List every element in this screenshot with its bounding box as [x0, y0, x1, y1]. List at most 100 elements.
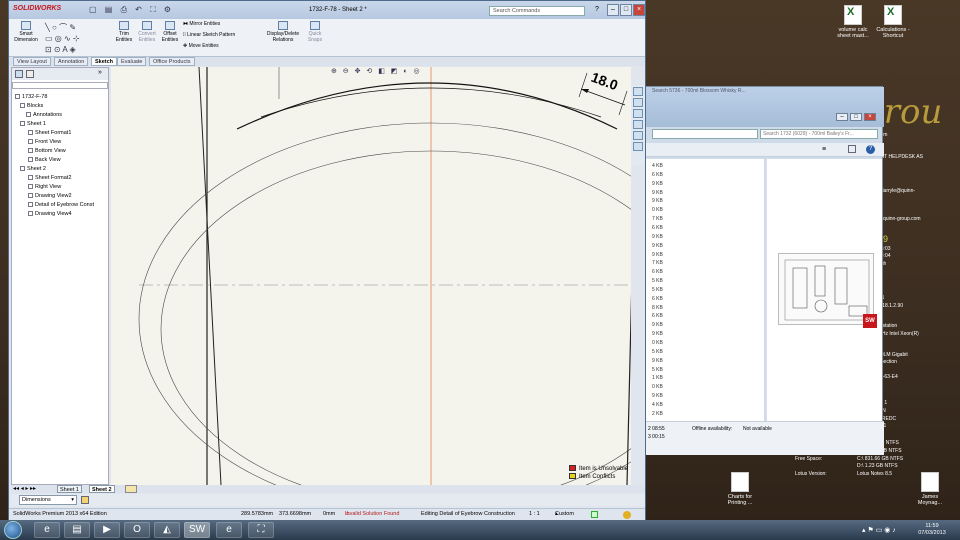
taskbar-network-button[interactable]: ⛶ — [248, 522, 274, 538]
propertymanager-tab-icon[interactable] — [26, 70, 34, 78]
file-size-cell[interactable]: 6 KB — [652, 172, 663, 178]
file-size-cell[interactable]: 9 KB — [652, 234, 663, 240]
trim-entities-button[interactable]: Trim Entities — [113, 21, 135, 43]
solidworks-titlebar[interactable]: SOLIDWORKS ▢ ▤ ⎙ ↶ ⛶ ⚙ 1732-F-78 - Sheet… — [9, 1, 645, 19]
desktop-icon-charts-for-printing[interactable]: Charts for Printing ... — [720, 472, 760, 506]
tree-item-right-view[interactable]: Right View — [28, 183, 61, 191]
desktop-icon-james[interactable]: James Moynag... — [910, 472, 950, 506]
close-button[interactable]: × — [633, 4, 645, 16]
tree-filter-input[interactable] — [12, 82, 108, 89]
tree-item-sheet2[interactable]: Sheet 2 — [20, 165, 46, 173]
tab-view-layout[interactable]: View Layout — [13, 57, 51, 66]
folder-icon[interactable] — [81, 496, 89, 504]
featuremanager-tab-icon[interactable] — [15, 70, 23, 78]
explorer-search-input[interactable]: Search 1732 (6029) - 700ml Bailey's Fr..… — [760, 129, 878, 139]
tree-item-blocks[interactable]: Blocks — [20, 102, 43, 110]
tree-item-annotations[interactable]: Annotations — [26, 111, 62, 119]
taskbar-outlook-button[interactable]: O — [124, 522, 150, 538]
quick-access-icons[interactable]: ▢ ▤ ⎙ ↶ ⛶ ⚙ — [89, 5, 174, 15]
file-explorer-icon[interactable] — [633, 109, 643, 118]
explorer-window[interactable]: Search 5736 - 700ml Blossom Whisky R... … — [645, 86, 884, 455]
file-size-cell[interactable]: 0 KB — [652, 207, 663, 213]
tab-sketch[interactable]: Sketch — [91, 57, 118, 66]
rebuild-icon[interactable] — [623, 511, 631, 519]
heads-up-view-toolbar[interactable]: ⊕ ⊖ ✥ ⟲ ◧ ◩ ◐ ◎ — [331, 67, 422, 75]
file-size-cell[interactable]: 5 KB — [652, 278, 663, 284]
add-sheet-icon[interactable] — [125, 485, 137, 493]
file-size-cell[interactable]: 9 KB — [652, 393, 663, 399]
help-icon[interactable]: ? — [866, 145, 875, 154]
solidworks-window[interactable]: SOLIDWORKS ▢ ▤ ⎙ ↶ ⛶ ⚙ 1732-F-78 - Sheet… — [8, 0, 646, 520]
expand-chevron-icon[interactable]: » — [98, 69, 102, 76]
search-commands-input[interactable]: Search Commands — [489, 6, 585, 16]
solidworks-logo[interactable]: SOLIDWORKS — [13, 5, 61, 12]
smart-dimension-button[interactable]: Smart Dimension — [13, 21, 39, 43]
view-palette-icon[interactable] — [633, 120, 643, 129]
sheet-tab-1[interactable]: Sheet 1 — [57, 485, 82, 493]
file-size-cell[interactable]: 9 KB — [652, 331, 663, 337]
desktop-icon-volume-calc[interactable]: volume calc sheet mast... — [833, 5, 873, 39]
tree-item-back-view[interactable]: Back View — [28, 156, 61, 164]
help-icon[interactable]: ? — [595, 6, 599, 13]
custom-properties-icon[interactable] — [633, 142, 643, 151]
tree-item-front-view[interactable]: Front View — [28, 138, 61, 146]
display-relations-button[interactable]: Display/Delete Relations — [263, 21, 303, 43]
file-size-cell[interactable]: 9 KB — [652, 358, 663, 364]
file-size-cell[interactable]: 9 KB — [652, 190, 663, 196]
view-options-icon[interactable]: ≡ — [822, 146, 826, 153]
file-size-cell[interactable]: 1 KB — [652, 375, 663, 381]
tab-annotation[interactable]: Annotation — [54, 57, 89, 66]
taskbar-media-button[interactable]: ▶ — [94, 522, 120, 538]
file-size-cell[interactable]: 2 KB — [652, 411, 663, 417]
file-size-cell[interactable]: 4 KB — [652, 402, 663, 408]
tree-root[interactable]: 1732-F-78 — [15, 93, 47, 101]
file-size-cell[interactable]: 7 KB — [652, 216, 663, 222]
desktop-icon-calculations[interactable]: Calculations - Shortcut — [873, 5, 913, 39]
offset-entities-button[interactable]: Offset Entities — [159, 21, 181, 43]
file-size-cell[interactable]: 6 KB — [652, 225, 663, 231]
file-size-cell[interactable]: 5 KB — [652, 287, 663, 293]
task-pane-tabs[interactable] — [631, 85, 645, 165]
taskbar-clock[interactable]: 11:59 07/03/2013 — [910, 523, 954, 537]
start-button[interactable] — [4, 521, 22, 539]
taskbar-explorer-button[interactable]: ▤ — [64, 522, 90, 538]
minimize-button[interactable]: – — [607, 4, 619, 16]
close-button[interactable]: × — [864, 113, 876, 121]
tree-item-bottom-view[interactable]: Bottom View — [28, 147, 66, 155]
dimension-style-select[interactable]: Dimensions ▾ — [19, 495, 77, 505]
tab-evaluate[interactable]: Evaluate — [117, 57, 147, 66]
file-size-cell[interactable]: 9 KB — [652, 181, 663, 187]
resources-icon[interactable] — [633, 87, 643, 96]
system-tray[interactable]: ▴ ⚑ ▭ ◉ ♪ — [862, 526, 896, 534]
file-size-cell[interactable]: 0 KB — [652, 384, 663, 390]
drawing-canvas[interactable]: 18.0 ⊕ ⊖ ✥ ⟲ ◧ ◩ ◐ ◎ Item is Unsolvable … — [111, 67, 631, 485]
file-size-cell[interactable]: 9 KB — [652, 198, 663, 204]
file-size-cell[interactable]: 8 KB — [652, 305, 663, 311]
minimize-button[interactable]: – — [836, 113, 848, 121]
address-bar[interactable] — [652, 129, 758, 139]
file-size-cell[interactable]: 9 KB — [652, 243, 663, 249]
appearances-icon[interactable] — [633, 131, 643, 140]
taskbar-ie-button[interactable]: e — [34, 522, 60, 538]
explorer-titlebar[interactable]: Search 5736 - 700ml Blossom Whisky R... … — [646, 87, 884, 127]
tree-item-sheet-format1[interactable]: Sheet Format1 — [28, 129, 71, 137]
tree-item-sheet1[interactable]: Sheet 1 — [20, 120, 46, 128]
tree-item-sheet-format2[interactable]: Sheet Format2 — [28, 174, 71, 182]
tree-item-drawing-view4[interactable]: Drawing View4 — [28, 210, 72, 218]
feature-manager-tree[interactable]: » 1732-F-78 Blocks Annotations Sheet 1 S… — [11, 67, 109, 485]
file-size-cell[interactable]: 4 KB — [652, 163, 663, 169]
file-size-cell[interactable]: 5 KB — [652, 367, 663, 373]
taskbar-app-button[interactable]: ◭ — [154, 522, 180, 538]
move-entities-button[interactable]: ✥ Move Entities — [183, 43, 219, 50]
sketch-tools-grid[interactable]: ╲ ○ ⌒ ✎ ▭ ◎ ∿ ⊹ ⊡ ⊙ A ◈ — [45, 22, 111, 54]
file-size-cell[interactable]: 6 KB — [652, 296, 663, 302]
file-size-cell[interactable]: 7 KB — [652, 260, 663, 266]
file-list[interactable]: 4 KB 6 KB 9 KB 9 KB 9 KB 0 KB 7 KB 6 KB 9 KB 9 KB… — [646, 159, 764, 421]
mirror-entities-button[interactable]: ⧓ Mirror Entities — [183, 21, 220, 28]
linear-pattern-button[interactable]: ⁞⁞ Linear Sketch Pattern — [183, 32, 235, 39]
sheet-navigation-arrows[interactable]: ◂◂ ◂ ▸ ▸▸ — [13, 485, 36, 492]
quick-snaps-button[interactable]: Quick Snaps — [305, 21, 325, 43]
maximize-button[interactable]: □ — [850, 113, 862, 121]
preview-pane-icon[interactable] — [848, 145, 856, 153]
file-size-cell[interactable]: 5 KB — [652, 349, 663, 355]
